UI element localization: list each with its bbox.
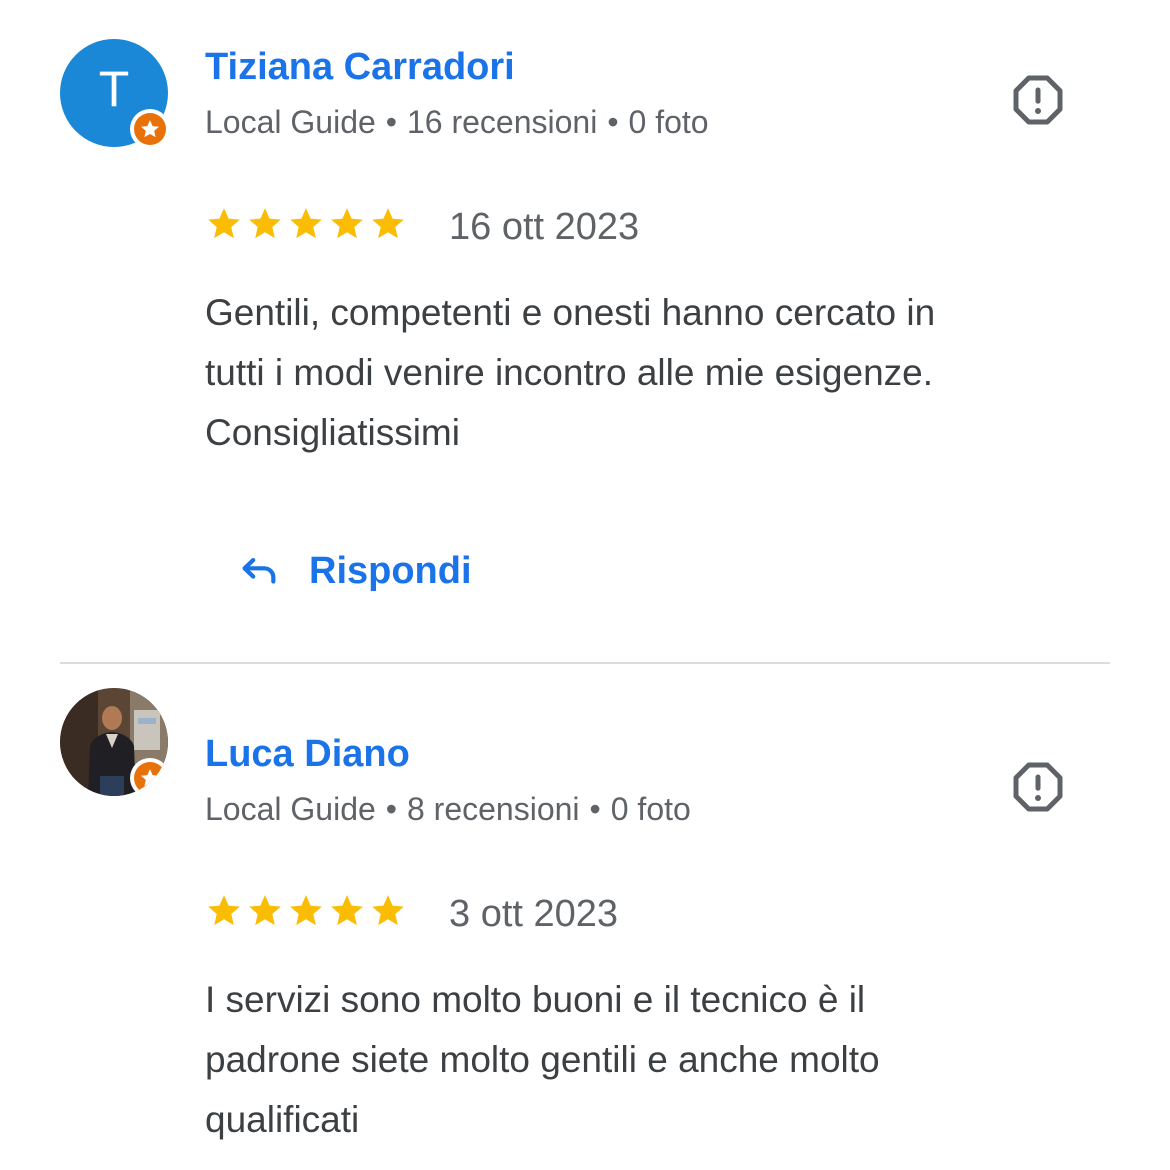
report-flag-icon[interactable] [1008, 757, 1068, 817]
review-text-line: I servizi sono molto buoni e il tecnico … [205, 979, 866, 1020]
review-text-line: padrone siete molto gentili e anche molt… [205, 1039, 880, 1080]
review-card: Luca Diano Local Guide • 8 recensioni • 0 fo… [0, 664, 1170, 1170]
review-date: 16 ott 2023 [449, 206, 640, 248]
star-icon [290, 208, 322, 239]
star-icon [331, 895, 363, 926]
reply-button[interactable]: Rispondi [225, 538, 482, 604]
review-card: T Tiziana Carradori Local Guide • 16 recen… [0, 0, 1170, 662]
star-rating [205, 205, 407, 243]
author-badge-label: Local Guide [205, 791, 376, 827]
photos-count: 0 foto [628, 104, 709, 140]
meta-separator: • [607, 104, 619, 140]
star-icon [208, 208, 240, 239]
author-meta: Local Guide • 16 recensioni • 0 foto [205, 106, 709, 138]
local-guide-badge [130, 109, 170, 149]
star-icon [290, 895, 322, 926]
author-meta: Local Guide • 8 recensioni • 0 foto [205, 793, 691, 825]
author-name[interactable]: Luca Diano [205, 735, 410, 773]
reply-label: Rispondi [309, 550, 472, 592]
reviews-count: 8 recensioni [406, 791, 580, 827]
review-text-line: qualificati [205, 1099, 360, 1140]
star-icon [249, 208, 281, 239]
star-rating [205, 892, 407, 930]
avatar[interactable] [60, 688, 168, 796]
review-text: I servizi sono molto buoni e il tecnico … [205, 970, 1105, 1150]
author-name[interactable]: Tiziana Carradori [205, 48, 515, 86]
review-text-line: tutti i modi venire incontro alle mie es… [205, 352, 934, 393]
star-icon [208, 895, 240, 926]
star-icon [372, 208, 404, 239]
meta-separator: • [385, 104, 397, 140]
review-text-line: Gentili, competenti e onesti hanno cerca… [205, 292, 936, 333]
local-guide-star-icon [141, 769, 159, 787]
meta-separator: • [589, 791, 601, 827]
report-flag-icon[interactable] [1008, 70, 1068, 130]
avatar[interactable]: T [60, 39, 170, 149]
reviews-count: 16 recensioni [406, 104, 598, 140]
star-icon [372, 895, 404, 926]
review-date: 3 ott 2023 [449, 893, 619, 935]
photos-count: 0 foto [610, 791, 691, 827]
review-text-line: Consigliatissimi [205, 412, 460, 453]
review-text: Gentili, competenti e onesti hanno cerca… [205, 283, 1105, 463]
author-badge-label: Local Guide [205, 104, 376, 140]
meta-separator: • [385, 791, 397, 827]
star-icon [331, 208, 363, 239]
local-guide-star-icon [141, 120, 159, 138]
avatar-letter: T [98, 61, 130, 117]
local-guide-badge [130, 758, 168, 796]
reply-arrow-icon [242, 557, 276, 584]
star-icon [249, 895, 281, 926]
